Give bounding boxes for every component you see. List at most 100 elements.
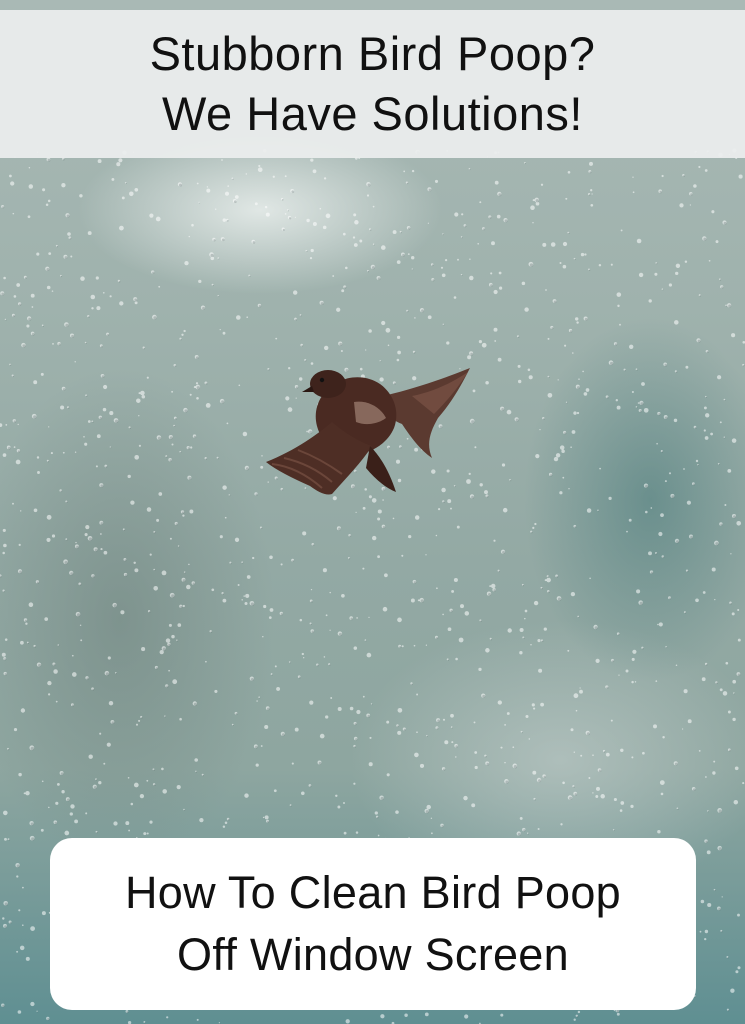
- raindrop: [134, 187, 139, 192]
- raindrop-shadow: [541, 640, 544, 643]
- raindrop: [284, 213, 287, 215]
- raindrop: [424, 1012, 429, 1017]
- raindrop-shadow: [174, 417, 177, 420]
- raindrop: [715, 240, 719, 244]
- raindrop: [464, 611, 470, 616]
- raindrop-shadow: [153, 784, 156, 786]
- raindrop: [532, 199, 535, 202]
- raindrop-shadow: [403, 728, 406, 731]
- raindrop: [162, 789, 167, 794]
- raindrop-shadow: [603, 751, 606, 753]
- raindrop-shadow: [129, 427, 131, 429]
- raindrop: [730, 553, 732, 555]
- raindrop: [477, 242, 480, 245]
- raindrop-shadow: [47, 460, 50, 463]
- raindrop: [19, 945, 25, 951]
- raindrop: [631, 390, 634, 394]
- raindrop-shadow: [85, 342, 87, 344]
- raindrop-shadow: [180, 451, 182, 454]
- raindrop-shadow: [19, 303, 22, 306]
- raindrop: [332, 275, 335, 277]
- raindrop: [704, 169, 708, 172]
- raindrop: [133, 782, 139, 788]
- raindrop: [107, 656, 111, 660]
- raindrop: [130, 802, 134, 806]
- raindrop: [605, 752, 610, 757]
- raindrop: [427, 315, 432, 320]
- raindrop: [95, 465, 98, 468]
- raindrop: [695, 598, 699, 603]
- raindrop-shadow: [69, 237, 72, 240]
- raindrop-shadow: [255, 493, 258, 496]
- raindrop-shadow: [728, 304, 732, 308]
- raindrop: [434, 179, 439, 183]
- raindrop-shadow: [300, 315, 302, 317]
- raindrop: [731, 438, 737, 443]
- raindrop: [537, 827, 540, 831]
- raindrop: [33, 508, 38, 513]
- raindrop-shadow: [743, 365, 745, 367]
- raindrop: [648, 299, 652, 303]
- raindrop: [53, 669, 58, 674]
- raindrop-shadow: [718, 464, 720, 466]
- raindrop: [40, 828, 44, 832]
- raindrop-shadow: [676, 540, 680, 544]
- raindrop: [519, 651, 523, 655]
- raindrop-shadow: [70, 572, 74, 576]
- raindrop-shadow: [568, 232, 570, 235]
- raindrop-shadow: [564, 432, 567, 435]
- raindrop-shadow: [218, 258, 220, 260]
- raindrop-shadow: [674, 762, 678, 766]
- raindrop: [113, 821, 118, 826]
- raindrop-shadow: [431, 264, 434, 267]
- raindrop-shadow: [298, 676, 301, 679]
- raindrop: [699, 930, 702, 933]
- raindrop: [18, 543, 21, 547]
- raindrop-shadow: [451, 727, 453, 729]
- raindrop: [257, 167, 263, 173]
- raindrop: [562, 264, 567, 269]
- raindrop: [727, 710, 731, 714]
- raindrop: [222, 218, 227, 222]
- raindrop-shadow: [355, 738, 358, 741]
- raindrop: [469, 275, 474, 281]
- raindrop: [343, 802, 345, 804]
- raindrop: [184, 260, 189, 266]
- raindrop: [127, 776, 130, 779]
- raindrop: [518, 379, 522, 384]
- raindrop: [441, 273, 446, 278]
- raindrop-shadow: [382, 525, 386, 529]
- raindrop: [31, 306, 34, 308]
- raindrop-shadow: [661, 451, 664, 453]
- raindrop: [589, 161, 593, 166]
- raindrop: [440, 266, 444, 269]
- raindrop-shadow: [234, 200, 237, 203]
- raindrop-shadow: [310, 623, 312, 626]
- raindrop-shadow: [181, 511, 185, 514]
- raindrop: [610, 263, 613, 266]
- raindrop: [527, 368, 531, 372]
- raindrop-shadow: [16, 864, 20, 868]
- raindrop-shadow: [588, 194, 591, 196]
- raindrop: [188, 563, 190, 566]
- raindrop-shadow: [624, 369, 626, 372]
- raindrop: [84, 533, 88, 537]
- raindrop-shadow: [47, 158, 51, 162]
- raindrop: [425, 554, 427, 556]
- raindrop: [190, 446, 193, 449]
- raindrop: [368, 329, 372, 333]
- raindrop-shadow: [513, 765, 518, 769]
- raindrop: [382, 606, 388, 612]
- raindrop-shadow: [250, 602, 255, 606]
- raindrop-shadow: [124, 559, 127, 562]
- raindrop: [241, 599, 243, 601]
- raindrop-shadow: [125, 182, 127, 185]
- raindrop-shadow: [483, 228, 486, 231]
- raindrop: [584, 253, 587, 256]
- raindrop: [401, 645, 404, 648]
- raindrop-shadow: [730, 602, 732, 605]
- raindrop: [46, 514, 52, 520]
- raindrop: [118, 158, 123, 163]
- raindrop-shadow: [573, 786, 575, 788]
- raindrop-shadow: [726, 305, 728, 307]
